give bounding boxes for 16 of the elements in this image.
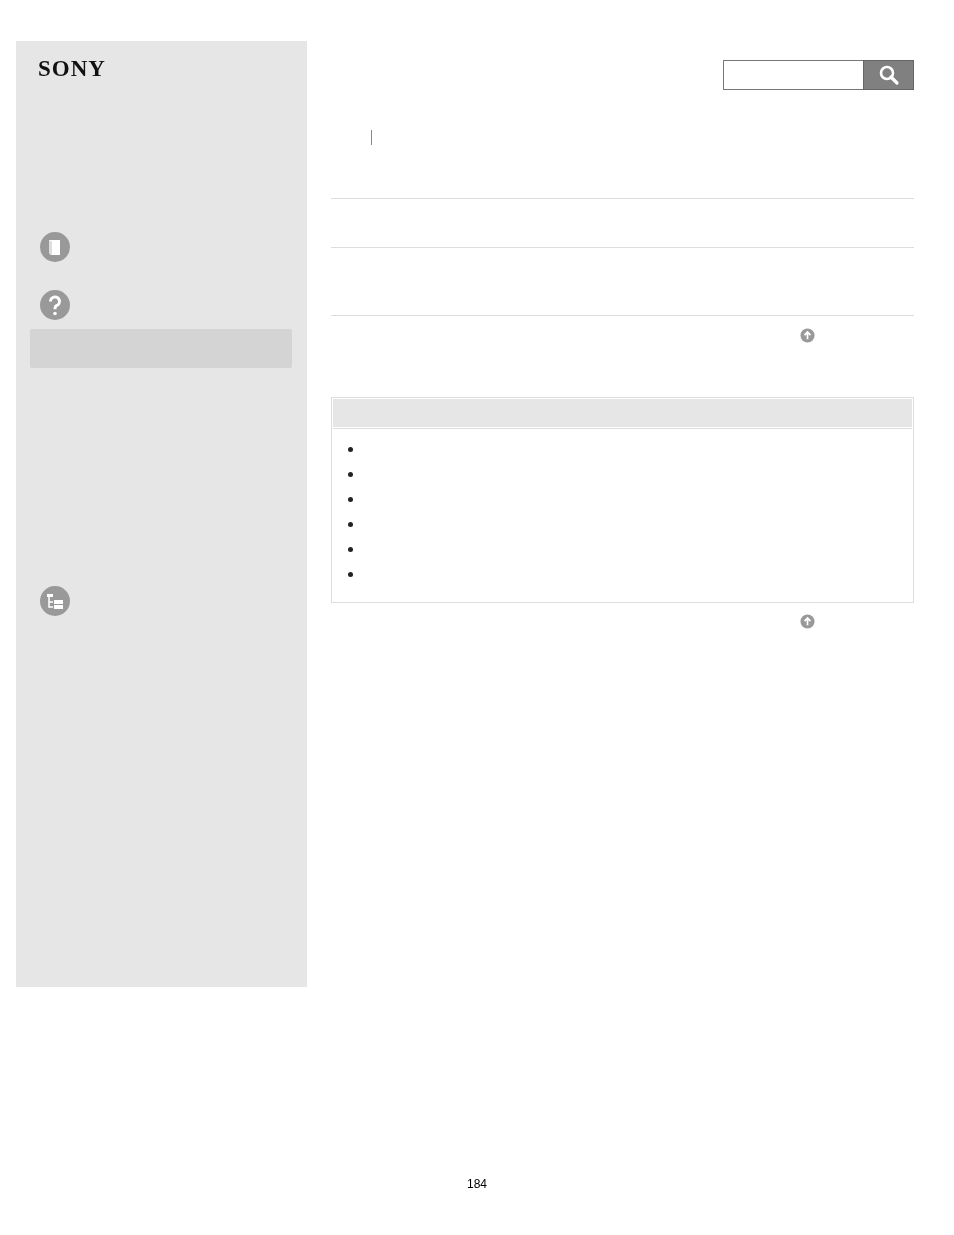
- bullet-icon: [348, 522, 353, 527]
- tree-list-icon[interactable]: [39, 585, 71, 617]
- search-icon: [877, 64, 900, 86]
- bullet-icon: [348, 547, 353, 552]
- brand-logo: SONY: [38, 55, 106, 83]
- scroll-up-icon[interactable]: [800, 328, 815, 343]
- bullet-icon: [348, 447, 353, 452]
- bullet-icon: [348, 572, 353, 577]
- page-number: 184: [467, 1177, 487, 1191]
- bullet-icon: [348, 472, 353, 477]
- help-icon[interactable]: [39, 289, 71, 321]
- search-field[interactable]: [723, 60, 863, 90]
- scroll-up-icon[interactable]: [800, 614, 815, 629]
- bullet-icon: [348, 497, 353, 502]
- book-icon[interactable]: [39, 231, 71, 263]
- search-button[interactable]: [863, 60, 914, 90]
